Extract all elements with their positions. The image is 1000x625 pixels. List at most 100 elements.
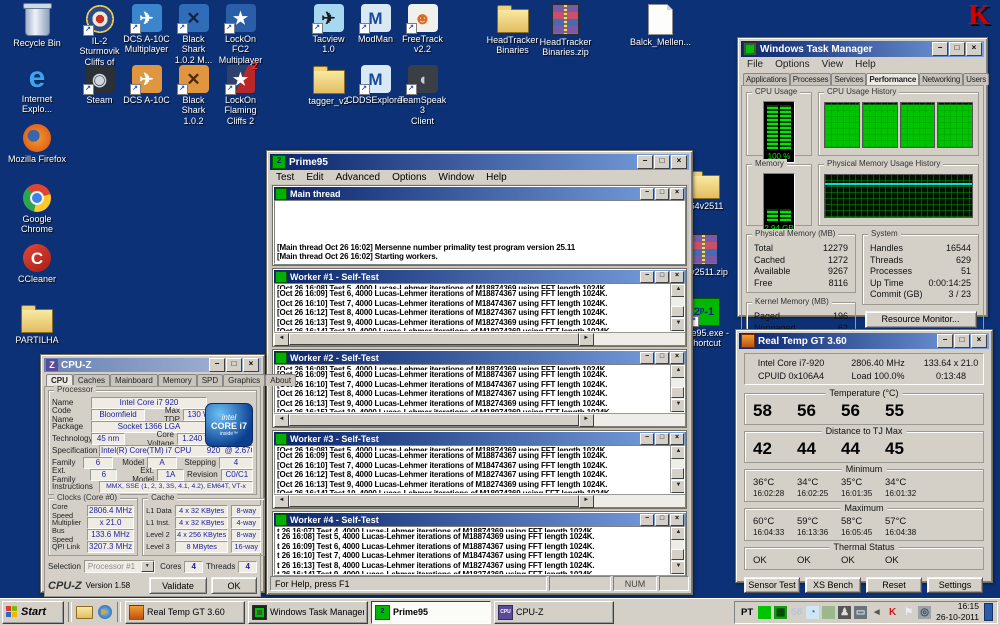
realtemp-titlebar[interactable]: Real Temp GT 3.60 − □ × bbox=[739, 333, 989, 349]
desktop-icon[interactable]: e ↗ Internet Explo... bbox=[2, 63, 72, 124]
cpu-meter-tray-icon[interactable] bbox=[758, 605, 772, 619]
scrollbar-thumb[interactable] bbox=[289, 333, 579, 345]
desktop-icon[interactable]: ◉ ↗ Steam bbox=[76, 65, 123, 126]
close-button[interactable]: × bbox=[971, 334, 987, 348]
worker-titlebar[interactable]: Worker #3 - Self-Test − □ × bbox=[274, 432, 685, 445]
scroll-down-icon[interactable]: ▼ bbox=[671, 561, 684, 574]
desktop-icon[interactable]: ↗ Recycle Bin bbox=[2, 3, 72, 64]
minimize-button[interactable]: − bbox=[209, 358, 225, 372]
tab[interactable]: Networking bbox=[919, 73, 964, 85]
scroll-up-icon[interactable]: ▲ bbox=[671, 284, 684, 297]
tab[interactable]: Performance bbox=[866, 73, 920, 85]
taskbar-clock[interactable]: 16:15 26-10-2011 bbox=[934, 601, 981, 622]
minimize-button[interactable]: − bbox=[937, 334, 953, 348]
tab[interactable]: SPD bbox=[196, 374, 224, 386]
desktop-icon[interactable]: ↗ HeadTracker Binaries bbox=[486, 4, 539, 58]
show-desktop-icon[interactable] bbox=[984, 603, 993, 621]
close-button[interactable]: × bbox=[670, 187, 684, 200]
main-thread-titlebar[interactable]: Main thread − □ × bbox=[274, 187, 685, 200]
resource-monitor-button[interactable]: Resource Monitor... bbox=[864, 310, 977, 328]
desktop-icon[interactable]: M ↗ CDDSExplorer bbox=[346, 65, 405, 126]
menu-item[interactable]: Help bbox=[480, 172, 513, 183]
scroll-right-icon[interactable]: ► bbox=[578, 333, 594, 346]
realtemp-tray-icon[interactable]: 58 bbox=[790, 606, 803, 619]
vertical-scrollbar[interactable]: ▲ ▼ bbox=[670, 446, 684, 493]
ok-button[interactable]: OK bbox=[211, 577, 257, 594]
scroll-up-icon[interactable]: ▲ bbox=[671, 365, 684, 378]
minimize-button[interactable]: − bbox=[640, 187, 654, 200]
validate-button[interactable]: Validate bbox=[149, 577, 207, 594]
menu-item[interactable]: View bbox=[816, 59, 850, 70]
desktop-icon[interactable]: ↗ tagger_v2 bbox=[305, 65, 352, 126]
cpuz-titlebar[interactable]: Z CPU-Z − □ × bbox=[44, 358, 261, 372]
menu-item[interactable]: Window bbox=[433, 172, 481, 183]
scrollbar-thumb[interactable] bbox=[671, 387, 684, 398]
maximize-button[interactable]: □ bbox=[226, 358, 242, 372]
desktop-icon[interactable]: ✈ ↗ DCS A-10C Multiplayer bbox=[123, 4, 170, 65]
horizontal-scrollbar[interactable]: ◄ ► bbox=[274, 413, 685, 427]
horizontal-scrollbar[interactable]: ◄ ► bbox=[274, 494, 685, 508]
taskbar-task-button[interactable]: 2 Prime95 bbox=[371, 600, 491, 624]
desktop-icon[interactable]: M ↗ ModMan bbox=[352, 4, 399, 65]
close-button[interactable]: × bbox=[243, 358, 259, 372]
desktop-icon[interactable]: ✈ ↗ DCS A-10C bbox=[123, 65, 170, 126]
desktop-icon[interactable]: ↗ Google Chrome bbox=[2, 184, 72, 244]
safely-remove-tray-icon[interactable]: ◎ bbox=[918, 605, 932, 619]
scrollbar-thumb[interactable] bbox=[671, 549, 684, 560]
realtemp-button[interactable]: Reset bbox=[866, 577, 922, 593]
menu-item[interactable]: Edit bbox=[300, 172, 329, 183]
desktop-icon[interactable]: ↗ HeadTracker Binaries.zip bbox=[539, 4, 592, 58]
vertical-scrollbar[interactable]: ▲ ▼ bbox=[670, 527, 684, 574]
processor-select[interactable]: Processor #1 ▼ bbox=[83, 560, 155, 573]
scroll-up-icon[interactable]: ▲ bbox=[671, 527, 684, 540]
realtemp-button[interactable]: Settings bbox=[927, 577, 983, 593]
tab[interactable]: Users bbox=[963, 73, 990, 85]
desktop-icon[interactable]: C ↗ CCleaner bbox=[2, 244, 72, 304]
desktop-icon[interactable]: ☻ ↗ FreeTrack v2.2 bbox=[399, 4, 446, 65]
tab[interactable]: Mainboard bbox=[110, 374, 158, 386]
desktop-icon[interactable]: Balck_Mellen... bbox=[630, 4, 691, 47]
close-button[interactable]: × bbox=[966, 42, 982, 56]
network-tray-icon[interactable]: ▦ bbox=[774, 605, 788, 619]
scroll-left-icon[interactable]: ◄ bbox=[274, 495, 289, 508]
realtemp-button[interactable]: Sensor Test bbox=[744, 577, 800, 593]
scrollbar-thumb[interactable] bbox=[289, 414, 579, 426]
maximize-button[interactable]: □ bbox=[654, 155, 670, 169]
messenger-tray-icon[interactable]: ◔ bbox=[806, 605, 820, 619]
menu-item[interactable]: File bbox=[741, 59, 769, 70]
language-indicator[interactable]: PT bbox=[739, 607, 755, 618]
desktop-icon[interactable]: ↗ Mozilla Firefox bbox=[2, 124, 72, 184]
kaspersky-tray-icon[interactable]: K bbox=[886, 606, 899, 619]
flag-tray-icon[interactable]: ⚑ bbox=[902, 606, 915, 619]
maximize-button[interactable]: □ bbox=[655, 351, 669, 364]
menu-item[interactable]: Options bbox=[769, 59, 815, 70]
menu-item[interactable]: Help bbox=[849, 59, 882, 70]
taskbar-task-button[interactable]: Real Temp GT 3.60 bbox=[125, 600, 245, 624]
maximize-button[interactable]: □ bbox=[655, 432, 669, 445]
minimize-button[interactable]: − bbox=[637, 155, 653, 169]
horizontal-scrollbar[interactable]: ◄ ► bbox=[274, 332, 685, 346]
quick-launch-explorer-icon[interactable] bbox=[76, 604, 93, 621]
display-tray-icon[interactable]: ▭ bbox=[854, 605, 868, 619]
minimize-button[interactable]: − bbox=[640, 513, 654, 526]
minimize-button[interactable]: − bbox=[640, 432, 654, 445]
taskbar-task-button[interactable]: CPU CPU-Z bbox=[494, 600, 614, 624]
scroll-right-icon[interactable]: ► bbox=[578, 495, 594, 508]
prime95-titlebar[interactable]: 2 Prime95 − □ × bbox=[270, 154, 689, 170]
quick-launch-media-player-icon[interactable]: ▶ bbox=[96, 604, 113, 621]
scroll-down-icon[interactable]: ▼ bbox=[671, 318, 684, 331]
scroll-left-icon[interactable]: ◄ bbox=[274, 333, 289, 346]
desktop-icon[interactable]: ★ ↗ LockOn FC2 Multiplayer bbox=[217, 4, 264, 65]
scroll-down-icon[interactable]: ▼ bbox=[671, 480, 684, 493]
maximize-button[interactable]: □ bbox=[655, 513, 669, 526]
close-button[interactable]: × bbox=[670, 351, 684, 364]
scrollbar-thumb[interactable] bbox=[671, 306, 684, 317]
desktop-icon[interactable]: ✕ ↗ Black Shark 1.0.2 bbox=[170, 65, 217, 126]
scrollbar-thumb[interactable] bbox=[289, 495, 579, 507]
tab[interactable]: Memory bbox=[157, 374, 197, 386]
realtemp-button[interactable]: XS Bench bbox=[805, 577, 861, 593]
volume-tray-icon[interactable]: ◄ bbox=[870, 606, 883, 619]
scroll-right-icon[interactable]: ► bbox=[578, 414, 594, 427]
tab[interactable]: Processes bbox=[789, 73, 832, 85]
tab[interactable]: Graphics bbox=[223, 374, 266, 386]
